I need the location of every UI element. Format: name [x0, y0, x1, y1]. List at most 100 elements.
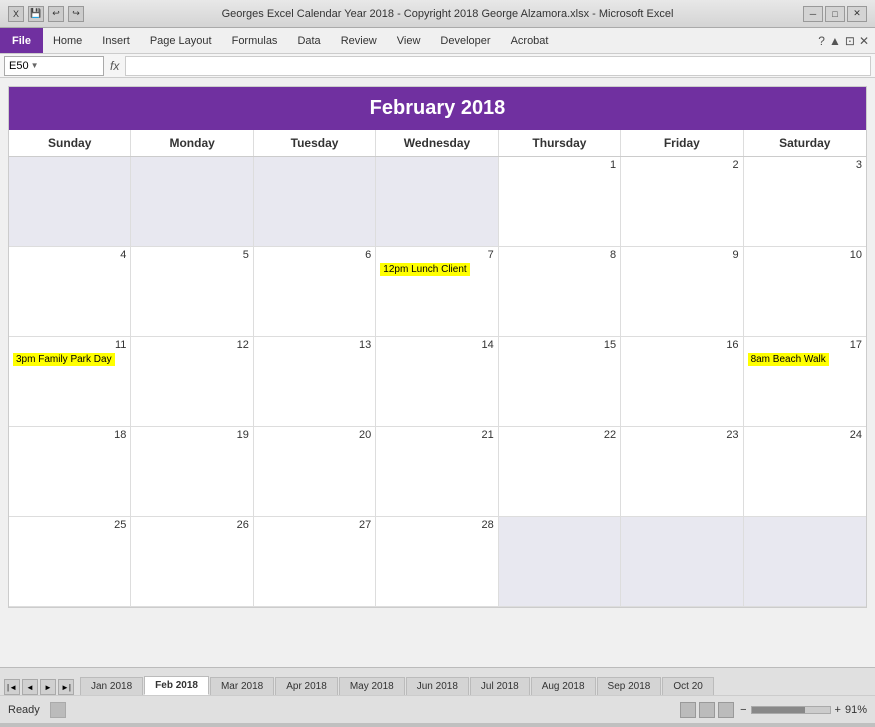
name-box-value: E50 [9, 60, 29, 72]
calendar-cell[interactable]: 26 [131, 517, 253, 607]
calendar-cell[interactable]: 12 [131, 337, 253, 427]
calendar-container: February 2018 Sunday Monday Tuesday Wedn… [8, 86, 867, 608]
tab-prev-button[interactable]: ◄ [22, 679, 38, 695]
page-layout-icon[interactable] [699, 702, 715, 718]
day-number: 8 [503, 249, 616, 261]
calendar-cell[interactable]: 11 3pm Family Park Day [9, 337, 131, 427]
event-tag[interactable]: 12pm Lunch Client [380, 263, 469, 276]
save-icon[interactable]: 💾 [28, 6, 44, 22]
calendar-cell[interactable]: 9 [621, 247, 743, 337]
day-header-friday: Friday [621, 130, 743, 156]
menu-insert[interactable]: Insert [92, 32, 140, 50]
menu-acrobat[interactable]: Acrobat [501, 32, 559, 50]
zoom-plus-icon[interactable]: + [835, 704, 841, 716]
main-content: February 2018 Sunday Monday Tuesday Wedn… [0, 78, 875, 667]
status-right: − + 91% [680, 702, 867, 718]
calendar-cell[interactable]: 13 [254, 337, 376, 427]
calendar-cell[interactable]: 2 [621, 157, 743, 247]
calendar-cell[interactable]: 22 [499, 427, 621, 517]
calendar-cell[interactable]: 21 [376, 427, 498, 517]
window-btn-2[interactable]: ✕ [859, 34, 869, 48]
formula-input[interactable] [125, 56, 871, 76]
calendar-cell[interactable]: 14 [376, 337, 498, 427]
normal-view-icon[interactable] [680, 702, 696, 718]
calendar-title: February 2018 [9, 87, 866, 130]
day-header-thursday: Thursday [499, 130, 621, 156]
calendar-cell[interactable] [621, 517, 743, 607]
calendar-cell[interactable]: 19 [131, 427, 253, 517]
zoom-minus-icon[interactable]: − [740, 704, 746, 716]
day-number: 9 [625, 249, 738, 261]
page-break-icon[interactable] [718, 702, 734, 718]
sheet-tab[interactable]: May 2018 [339, 677, 405, 695]
menu-view[interactable]: View [387, 32, 431, 50]
sheet-tab[interactable]: Apr 2018 [275, 677, 338, 695]
calendar-grid: 123456712pm Lunch Client8910113pm Family… [9, 157, 866, 607]
close-button[interactable]: ✕ [847, 6, 867, 22]
calendar-cell[interactable]: 25 [9, 517, 131, 607]
calendar-cell[interactable]: 6 [254, 247, 376, 337]
calendar-cell[interactable]: 23 [621, 427, 743, 517]
file-menu-button[interactable]: File [0, 28, 43, 53]
tab-first-button[interactable]: |◄ [4, 679, 20, 695]
day-header-saturday: Saturday [744, 130, 866, 156]
calendar-cell[interactable]: 8 [499, 247, 621, 337]
day-number: 11 [13, 339, 126, 351]
event-tag[interactable]: 8am Beach Walk [748, 353, 829, 366]
minimize-button[interactable]: ─ [803, 6, 823, 22]
calendar-cell[interactable]: 4 [9, 247, 131, 337]
menu-data[interactable]: Data [287, 32, 330, 50]
sheet-tab[interactable]: Oct 20 [662, 677, 713, 695]
restore-button[interactable]: □ [825, 6, 845, 22]
sheet-tab[interactable]: Jan 2018 [80, 677, 143, 695]
day-number: 5 [135, 249, 248, 261]
day-number: 16 [625, 339, 738, 351]
name-box-arrow[interactable]: ▼ [31, 61, 39, 70]
tab-next-button[interactable]: ► [40, 679, 56, 695]
menu-formulas[interactable]: Formulas [222, 32, 288, 50]
event-tag[interactable]: 3pm Family Park Day [13, 353, 115, 366]
day-number: 15 [503, 339, 616, 351]
menu-home[interactable]: Home [43, 32, 92, 50]
calendar-cell[interactable]: 16 [621, 337, 743, 427]
calendar-cell[interactable]: 10 [744, 247, 866, 337]
undo-icon[interactable]: ↩ [48, 6, 64, 22]
calendar-cell[interactable]: 5 [131, 247, 253, 337]
help-icon[interactable]: ? [818, 34, 825, 48]
sheet-tab[interactable]: Feb 2018 [144, 676, 209, 695]
calendar-cell[interactable] [376, 157, 498, 247]
calendar-cell[interactable]: 15 [499, 337, 621, 427]
day-number: 27 [258, 519, 371, 531]
calendar-cell[interactable]: 178am Beach Walk [744, 337, 866, 427]
minimize-ribbon-icon[interactable]: ▲ [829, 34, 841, 48]
calendar-cell[interactable]: 28 [376, 517, 498, 607]
day-number: 3 [748, 159, 862, 171]
calendar-cell[interactable]: 18 [9, 427, 131, 517]
zoom-slider[interactable] [751, 706, 831, 714]
status-ready-text: Ready [8, 704, 40, 716]
sheet-tab[interactable]: Aug 2018 [531, 677, 596, 695]
menu-developer[interactable]: Developer [430, 32, 500, 50]
redo-icon[interactable]: ↪ [68, 6, 84, 22]
calendar-cell[interactable] [254, 157, 376, 247]
calendar-cell[interactable]: 20 [254, 427, 376, 517]
menu-page-layout[interactable]: Page Layout [140, 32, 222, 50]
calendar-cell[interactable]: 24 [744, 427, 866, 517]
calendar-cell[interactable] [499, 517, 621, 607]
menu-review[interactable]: Review [331, 32, 387, 50]
calendar-cell[interactable] [744, 517, 866, 607]
calendar-cell[interactable]: 712pm Lunch Client [376, 247, 498, 337]
calendar-cell[interactable] [131, 157, 253, 247]
calendar-cell[interactable]: 3 [744, 157, 866, 247]
name-box[interactable]: E50 ▼ [4, 56, 104, 76]
sheet-tab[interactable]: Jun 2018 [406, 677, 469, 695]
calendar-cell[interactable]: 1 [499, 157, 621, 247]
calendar-cell[interactable] [9, 157, 131, 247]
window-btn-1[interactable]: ⊡ [845, 34, 855, 48]
sheet-tab[interactable]: Jul 2018 [470, 677, 530, 695]
tab-last-button[interactable]: ►| [58, 679, 74, 695]
calendar-cell[interactable]: 27 [254, 517, 376, 607]
sheet-tab[interactable]: Mar 2018 [210, 677, 274, 695]
sheet-tab[interactable]: Sep 2018 [597, 677, 662, 695]
day-number: 18 [13, 429, 126, 441]
